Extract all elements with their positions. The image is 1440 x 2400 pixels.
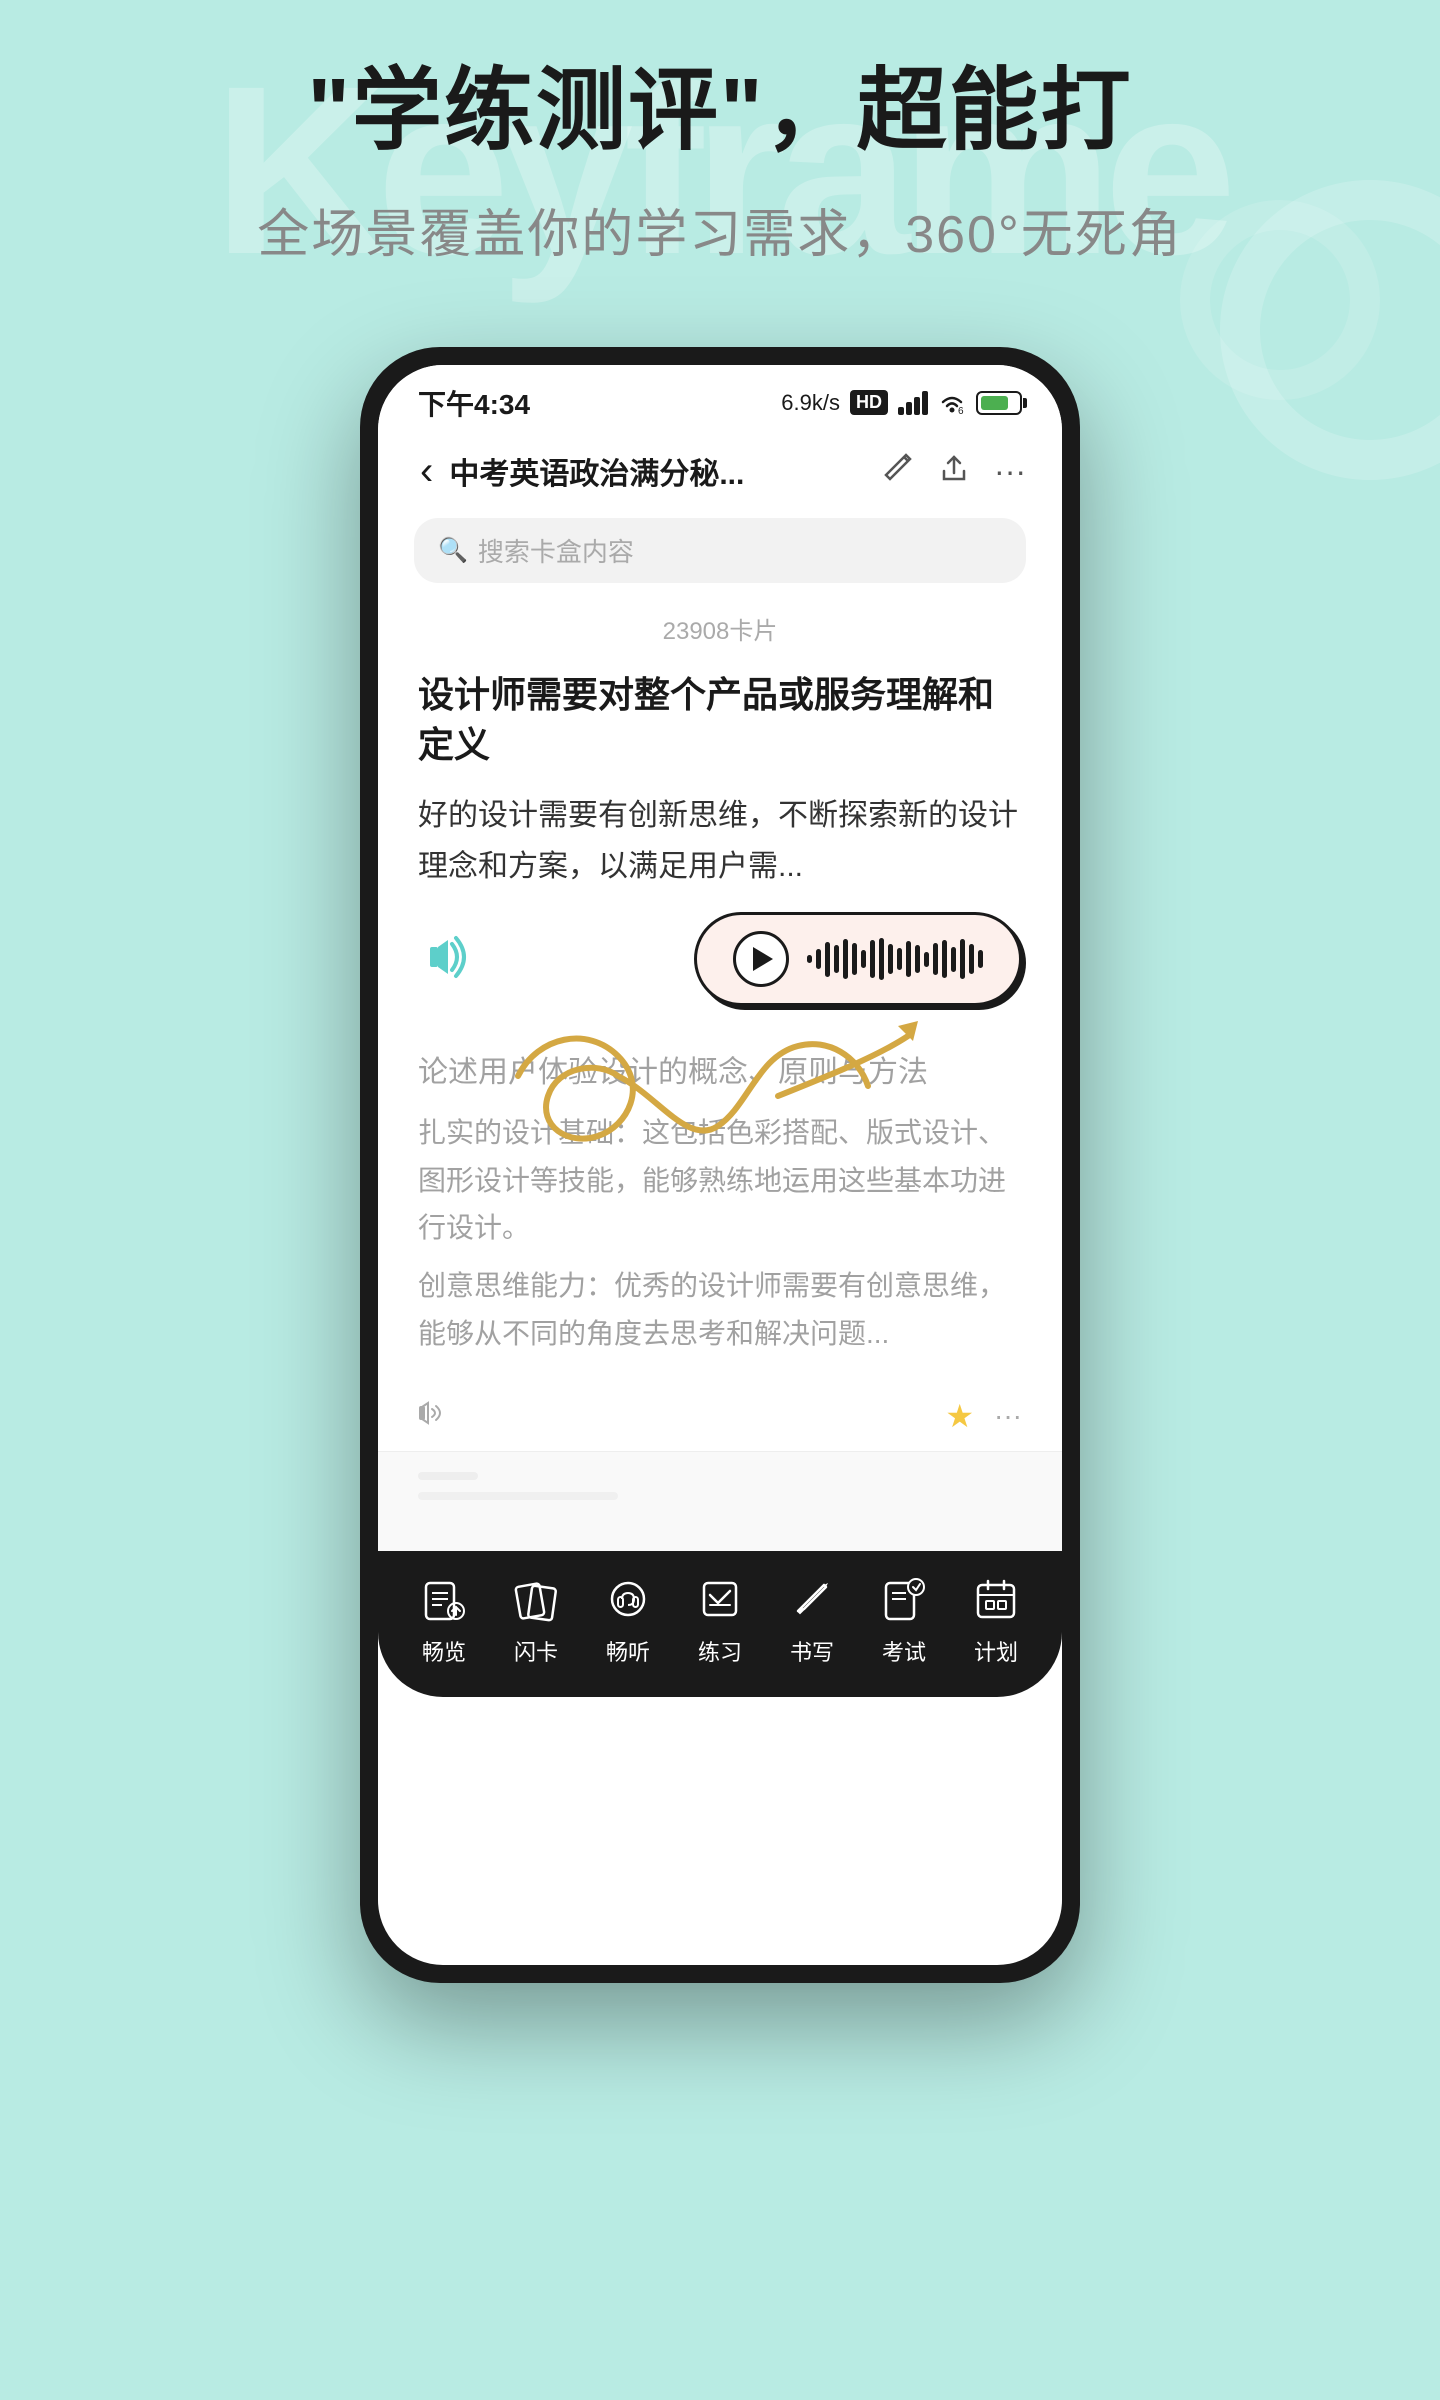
- waveform: [807, 937, 983, 981]
- wave-bar-8: [879, 938, 884, 980]
- browse-icon: [416, 1571, 472, 1627]
- nav-item-plan[interactable]: 计划: [968, 1571, 1024, 1667]
- wave-bar-9: [888, 944, 893, 974]
- wave-bar-0: [807, 955, 812, 963]
- wave-bar-16: [951, 947, 956, 972]
- status-time: 下午4:34: [418, 383, 530, 423]
- card-bottom: ★ ···: [378, 1381, 1062, 1451]
- card-more-button[interactable]: ···: [994, 1400, 1022, 1432]
- share-button[interactable]: [938, 451, 970, 491]
- nav-icons: ···: [882, 451, 1026, 491]
- card-body: 好的设计需要有创新思维，不断探索新的设计理念和方案，以满足用户需...: [418, 790, 1022, 892]
- plan-label: 计划: [974, 1635, 1018, 1667]
- next-card-preview: [378, 1451, 1062, 1551]
- listen-icon: [600, 1571, 656, 1627]
- phone-wrapper: 下午4:34 6.9k/s HD: [0, 347, 1440, 1983]
- flashcard-label: 闪卡: [514, 1635, 558, 1667]
- wave-bar-12: [915, 945, 920, 973]
- test-label: 考试: [882, 1635, 926, 1667]
- card-bottom-right: ★ ···: [945, 1397, 1022, 1435]
- test-icon: [876, 1571, 932, 1627]
- card-content: 设计师需要对整个产品或服务理解和定义 好的设计需要有创新思维，不断探索新的设计理…: [378, 646, 1062, 1007]
- play-button[interactable]: [733, 931, 789, 987]
- wave-bar-13: [924, 952, 929, 967]
- dim-title: 论述用户体验设计的概念、原则与方法: [418, 1050, 1022, 1095]
- wifi-icon: 6: [938, 392, 966, 414]
- wave-bar-2: [825, 942, 830, 977]
- card-audio-indicator[interactable]: [418, 1399, 454, 1434]
- phone-outer: 下午4:34 6.9k/s HD: [360, 347, 1080, 1983]
- nav-item-flashcard[interactable]: 闪卡: [508, 1571, 564, 1667]
- practice-label: 练习: [698, 1635, 742, 1667]
- search-bar: 🔍 搜索卡盒内容: [378, 508, 1062, 599]
- wave-bar-6: [861, 950, 866, 968]
- flashcard-icon: [508, 1571, 564, 1627]
- dim-body-2: 创意思维能力：优秀的设计师需要有创意思维，能够从不同的角度去思考和解决问题...: [418, 1262, 1022, 1357]
- wave-bar-11: [906, 941, 911, 977]
- status-hd: HD: [850, 390, 888, 415]
- wave-bar-17: [960, 939, 965, 979]
- wave-bar-3: [834, 945, 839, 973]
- search-input-wrap[interactable]: 🔍 搜索卡盒内容: [414, 518, 1026, 583]
- play-triangle-icon: [753, 947, 773, 971]
- nav-item-write[interactable]: 书写: [784, 1571, 840, 1667]
- write-label: 书写: [790, 1635, 834, 1667]
- battery-icon: [976, 391, 1022, 415]
- search-icon: 🔍: [438, 536, 468, 565]
- practice-icon: [692, 1571, 748, 1627]
- listen-label: 畅听: [606, 1635, 650, 1667]
- card-title: 设计师需要对整个产品或服务理解和定义: [418, 670, 1022, 771]
- speaker-icon[interactable]: [418, 922, 488, 997]
- wave-bar-10: [897, 948, 902, 970]
- plan-icon: [968, 1571, 1024, 1627]
- nav-title: 中考英语政治满分秘...: [449, 449, 882, 493]
- wave-bar-15: [942, 940, 947, 978]
- search-placeholder: 搜索卡盒内容: [478, 532, 634, 569]
- dim-body-1: 扎实的设计基础：这包括色彩搭配、版式设计、图形设计等技能，能够熟练地运用这些基本…: [418, 1109, 1022, 1252]
- wave-bar-19: [978, 950, 983, 968]
- bottom-nav: 畅览 闪卡: [378, 1551, 1062, 1697]
- signal-icon: [898, 391, 928, 415]
- star-button[interactable]: ★: [945, 1397, 974, 1435]
- nav-bar: ‹ 中考英语政治满分秘...: [378, 431, 1062, 508]
- dim-section: 论述用户体验设计的概念、原则与方法 扎实的设计基础：这包括色彩搭配、版式设计、图…: [378, 1026, 1062, 1381]
- audio-row: [418, 912, 1022, 1006]
- audio-player[interactable]: [694, 912, 1022, 1006]
- main-title: "学练测评"，超能打: [80, 60, 1360, 164]
- sub-title: 全场景覆盖你的学习需求，360°无死角: [80, 192, 1360, 267]
- card-count: 23908卡片: [378, 599, 1062, 646]
- status-right: 6.9k/s HD 6: [781, 390, 1022, 416]
- wave-bar-5: [852, 943, 857, 975]
- back-button[interactable]: ‹: [414, 443, 439, 500]
- battery-fill: [981, 396, 1008, 410]
- nav-item-listen[interactable]: 畅听: [600, 1571, 656, 1667]
- phone-inner: 下午4:34 6.9k/s HD: [378, 365, 1062, 1965]
- wave-bar-1: [816, 949, 821, 969]
- svg-text:6: 6: [958, 406, 964, 414]
- write-icon: [784, 1571, 840, 1627]
- nav-item-browse[interactable]: 畅览: [416, 1571, 472, 1667]
- header-section: "学练测评"，超能打 全场景覆盖你的学习需求，360°无死角: [0, 0, 1440, 307]
- wave-bar-18: [969, 944, 974, 974]
- nav-item-test[interactable]: 考试: [876, 1571, 932, 1667]
- status-speed: 6.9k/s: [781, 390, 840, 416]
- wave-bar-14: [933, 943, 938, 975]
- nav-item-practice[interactable]: 练习: [692, 1571, 748, 1667]
- edit-button[interactable]: [882, 451, 914, 491]
- more-button[interactable]: ···: [994, 453, 1026, 490]
- status-bar: 下午4:34 6.9k/s HD: [378, 365, 1062, 431]
- wave-bar-4: [843, 939, 848, 979]
- wave-bar-7: [870, 940, 875, 978]
- browse-label: 畅览: [422, 1635, 466, 1667]
